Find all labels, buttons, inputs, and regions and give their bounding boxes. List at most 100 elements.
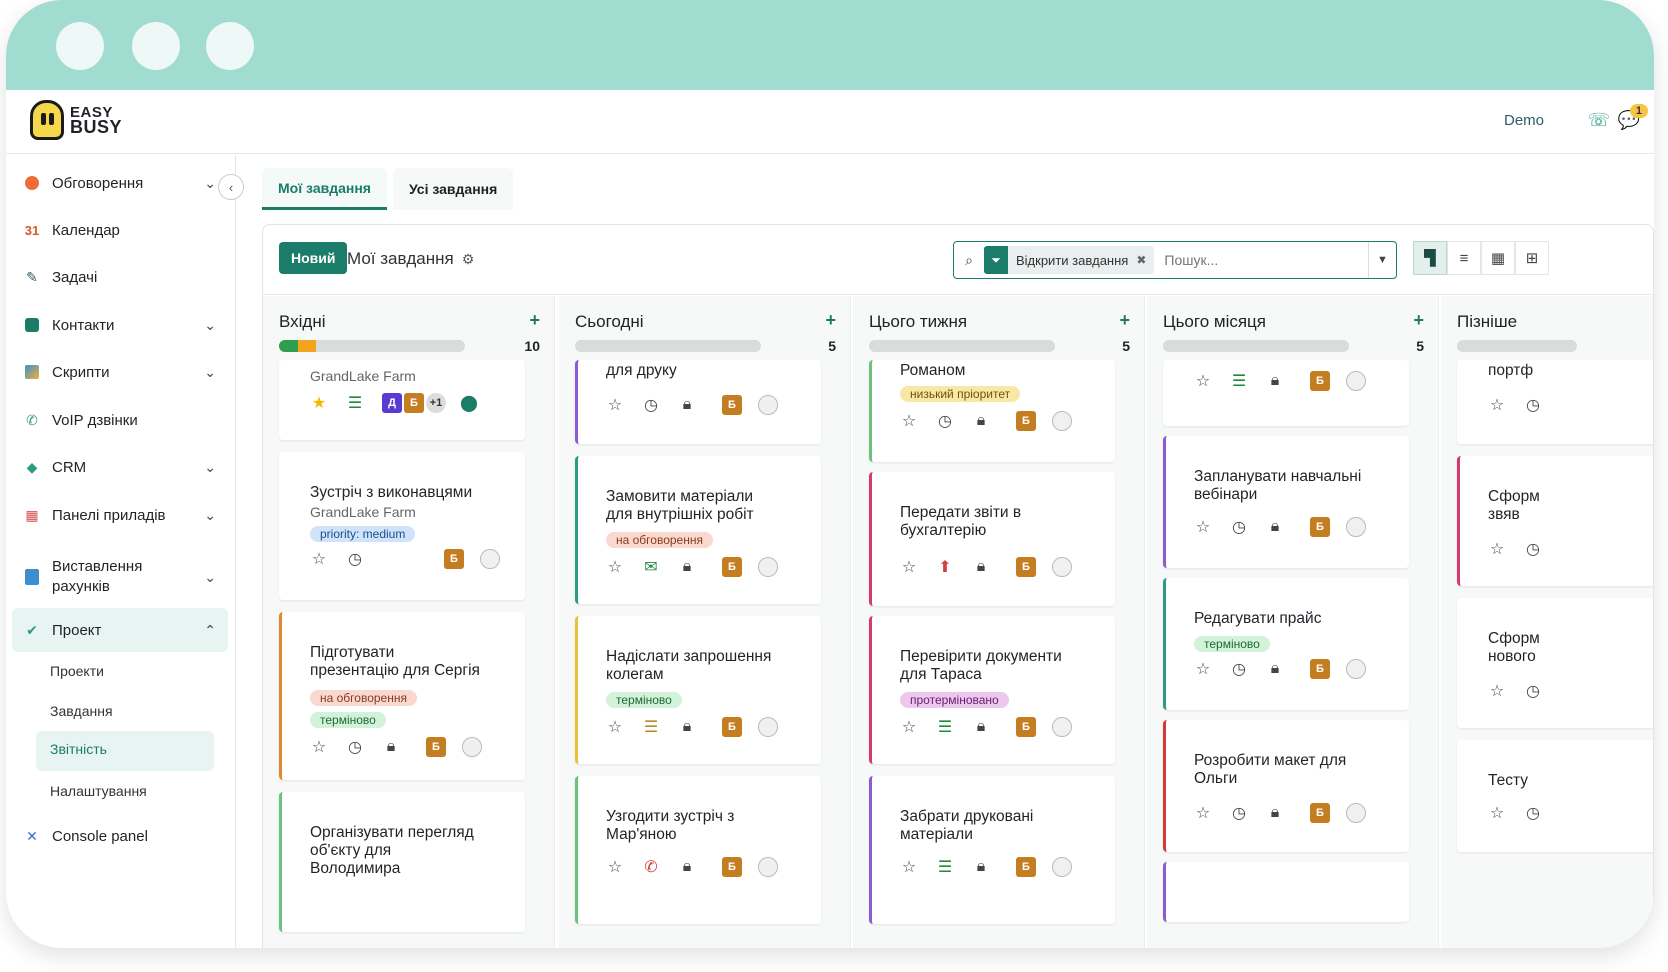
clock-icon[interactable]: ◷ (936, 411, 954, 431)
kanban-view-button[interactable]: ▜ (1413, 241, 1447, 275)
window-dot-maximize[interactable] (206, 22, 254, 70)
clock-icon[interactable]: ◷ (1524, 395, 1542, 415)
phone-call-icon[interactable]: ✆ (642, 857, 660, 877)
sidebar-item-scripts[interactable]: Скрипти ⌄ (6, 350, 228, 394)
status-circle[interactable] (1052, 857, 1072, 877)
chevron-down-icon[interactable]: ⌄ (204, 175, 216, 192)
sidebar-item-invoicing[interactable]: Виставлення рахунків ⌄ (6, 549, 228, 605)
sidebar-item-contacts[interactable]: Контакти ⌄ (6, 303, 228, 347)
sidebar-item-voip[interactable]: ✆ VoIP дзвінки (6, 398, 228, 442)
star-icon[interactable]: ☆ (310, 737, 328, 757)
avatar[interactable]: Б (1310, 659, 1330, 679)
email-icon[interactable]: ✉ (642, 557, 660, 577)
more-avatars-badge[interactable]: +1 (426, 393, 446, 413)
star-icon[interactable]: ☆ (900, 717, 918, 737)
task-card[interactable]: портф ☆ ◷ (1457, 360, 1653, 444)
task-card[interactable]: Сформ звяв ☆ ◷ (1457, 456, 1653, 586)
calendar-view-button[interactable]: ▦ (1481, 241, 1515, 275)
lock-icon[interactable]: 🔒︎ (972, 558, 990, 576)
task-card[interactable]: Зустріч з виконавцями GrandLake Farm pri… (279, 452, 525, 600)
search-input[interactable] (1164, 252, 1345, 268)
window-dot-close[interactable] (56, 22, 104, 70)
lock-icon[interactable]: 🔒︎ (972, 858, 990, 876)
sidebar-item-tasks[interactable]: ✎ Задачі (6, 255, 228, 299)
sidebar-item-project[interactable]: ✔ Проект ⌃ (12, 608, 228, 652)
star-icon[interactable]: ☆ (606, 857, 624, 877)
table-view-button[interactable]: ⊞ (1515, 241, 1549, 275)
avatar[interactable]: Б (722, 857, 742, 877)
task-card[interactable]: Узгодити зустріч з Мар'яною ☆ ✆ 🔒︎ Б (575, 776, 821, 924)
lock-icon[interactable]: 🔒︎ (972, 412, 990, 430)
lock-icon[interactable]: 🔒︎ (1266, 518, 1284, 536)
avatar[interactable]: Б (1016, 411, 1036, 431)
alert-icon[interactable]: ⬤ (460, 393, 478, 413)
upload-icon[interactable]: ⬆ (936, 557, 954, 577)
collapse-sidebar-button[interactable]: ‹ (218, 174, 244, 200)
activity-list-icon[interactable]: ☰ (346, 393, 364, 413)
star-icon[interactable]: ☆ (606, 395, 624, 415)
window-dot-minimize[interactable] (132, 22, 180, 70)
phone-icon[interactable]: ☏ (1587, 110, 1610, 131)
add-card-icon[interactable]: + (1413, 310, 1424, 331)
add-card-icon[interactable]: + (825, 310, 836, 331)
list-view-button[interactable]: ≡ (1447, 241, 1481, 275)
task-card[interactable]: Сформ нового ☆ ◷ (1457, 598, 1653, 728)
activity-list-icon[interactable]: ☰ (936, 857, 954, 877)
task-card[interactable]: Передати звіти в бухгалтерію ☆ ⬆ 🔒︎ Б (869, 472, 1115, 606)
clock-icon[interactable]: ◷ (1524, 539, 1542, 559)
clock-icon[interactable]: ◷ (642, 395, 660, 415)
status-circle[interactable] (1346, 803, 1366, 823)
clock-icon[interactable]: ◷ (1524, 803, 1542, 823)
sidebar-subitem-projects[interactable]: Проекти (50, 663, 104, 679)
star-icon[interactable]: ☆ (310, 549, 328, 569)
lock-icon[interactable]: 🔒︎ (1266, 372, 1284, 390)
lock-icon[interactable]: 🔒︎ (678, 558, 696, 576)
lock-icon[interactable]: 🔒︎ (382, 738, 400, 756)
lock-icon[interactable]: 🔒︎ (972, 718, 990, 736)
sidebar-item-crm[interactable]: ◆ CRM ⌄ (6, 445, 228, 489)
lock-icon[interactable]: 🔒︎ (1266, 660, 1284, 678)
lock-icon[interactable]: 🔒︎ (678, 858, 696, 876)
avatar[interactable]: Б (1016, 857, 1036, 877)
clock-icon[interactable]: ◷ (1230, 803, 1248, 823)
star-icon[interactable]: ☆ (1194, 517, 1212, 537)
sidebar-item-dashboards[interactable]: ▦ Панелі приладів ⌄ (6, 493, 228, 537)
star-icon[interactable]: ☆ (900, 857, 918, 877)
chevron-down-icon[interactable]: ⌄ (204, 364, 216, 381)
status-circle[interactable] (1346, 659, 1366, 679)
task-card[interactable]: Підготувати презентацію для Сергія на обг… (279, 612, 525, 780)
task-card[interactable]: Редагувати прайс терміново ☆ ◷ 🔒︎ Б (1163, 578, 1409, 710)
lock-icon[interactable]: 🔒︎ (1266, 804, 1284, 822)
activity-list-icon[interactable]: ☰ (1230, 371, 1248, 391)
avatar[interactable]: Б (1016, 717, 1036, 737)
chevron-up-icon[interactable]: ⌃ (204, 622, 216, 639)
search-bar[interactable]: ⌕ ⏷ Відкрити завдання ✖ ▼ (953, 241, 1397, 279)
filter-facet[interactable]: ⏷ Відкрити завдання ✖ (984, 246, 1155, 274)
status-circle[interactable] (1052, 557, 1072, 577)
avatar[interactable]: Б (1310, 517, 1330, 537)
task-card[interactable]: Тесту ☆ ◷ (1457, 740, 1653, 852)
avatar[interactable]: Б (1016, 557, 1036, 577)
avatar[interactable]: Б (444, 549, 464, 569)
sidebar-subitem-tasks[interactable]: Завдання (50, 703, 113, 719)
avatar[interactable]: Б (722, 717, 742, 737)
activity-list-icon[interactable]: ☰ (936, 717, 954, 737)
gear-icon[interactable]: ⚙ (462, 251, 475, 267)
chevron-down-icon[interactable]: ⌄ (204, 507, 216, 524)
status-circle[interactable] (758, 557, 778, 577)
status-circle[interactable] (1346, 517, 1366, 537)
activity-list-icon[interactable]: ☰ (642, 717, 660, 737)
star-icon[interactable]: ☆ (900, 557, 918, 577)
task-card[interactable]: Перевірити документи для Тараса протермін… (869, 616, 1115, 764)
sidebar-item-discussions[interactable]: Обговорення ⌄ (6, 161, 228, 205)
task-card[interactable]: Романом низький пріоритет ☆ ◷ 🔒︎ Б (869, 360, 1115, 462)
remove-filter-icon[interactable]: ✖ (1136, 253, 1154, 267)
avatar[interactable]: Б (722, 557, 742, 577)
task-card[interactable]: для друку ☆ ◷ 🔒︎ Б (575, 360, 821, 444)
status-circle[interactable] (758, 395, 778, 415)
task-card[interactable]: Надіслати запрошення колегам терміново ☆ … (575, 616, 821, 764)
brand-logo[interactable]: EASY BUSY (30, 100, 122, 140)
lock-icon[interactable]: 🔒︎ (678, 718, 696, 736)
chevron-down-icon[interactable]: ⌄ (204, 567, 216, 587)
task-card[interactable]: Організувати перегляд об'єкту для Володими… (279, 792, 525, 932)
